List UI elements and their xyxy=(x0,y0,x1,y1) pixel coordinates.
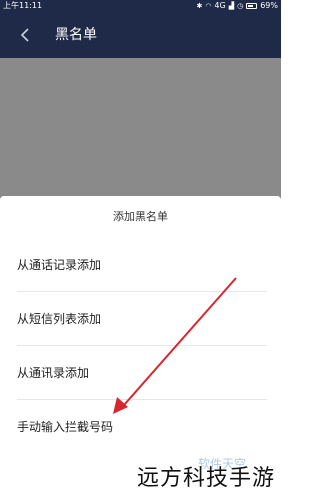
option-manual-input[interactable]: 手动输入拦截号码 xyxy=(17,400,267,454)
watermark-main: 远方科技手游 xyxy=(136,466,275,491)
alarm-icon: ◷ xyxy=(237,2,244,10)
network-type: 4G xyxy=(214,1,226,10)
signal-icon: ▟ xyxy=(228,2,235,10)
status-bar: 上午11:11 ✱ ◠ 4G ▟ ◷ 69% xyxy=(0,0,281,12)
option-from-contacts[interactable]: 从通讯录添加 xyxy=(17,346,267,400)
sheet-title: 添加黑名单 xyxy=(113,210,168,223)
status-icons: ✱ ◠ 4G ▟ ◷ 69% xyxy=(196,0,278,12)
page-title: 黑名单 xyxy=(55,27,97,43)
wifi-icon: ◠ xyxy=(205,2,212,10)
back-button[interactable] xyxy=(15,25,35,45)
option-from-sms-list[interactable]: 从短信列表添加 xyxy=(17,292,267,346)
battery-icon xyxy=(246,3,258,9)
chevron-left-icon xyxy=(20,28,29,42)
title-bar: 黑名单 xyxy=(0,12,281,58)
battery-percent: 69% xyxy=(260,1,278,10)
option-from-call-log[interactable]: 从通话记录添加 xyxy=(17,238,267,292)
bluetooth-icon: ✱ xyxy=(196,2,203,10)
status-time: 上午11:11 xyxy=(3,1,43,10)
